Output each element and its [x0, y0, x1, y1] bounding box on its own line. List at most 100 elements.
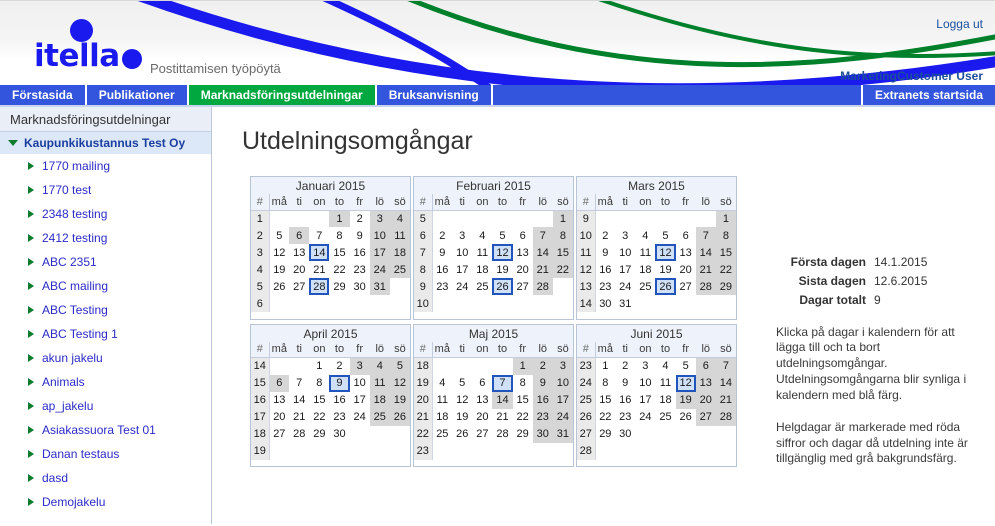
calendar-day-cell[interactable]: 17 — [552, 391, 573, 409]
sidebar-item-11[interactable]: Asiakassuora Test 01 — [0, 418, 211, 442]
calendar-day-cell[interactable]: 25 — [655, 409, 675, 426]
calendar-day-cell[interactable]: 25 — [432, 426, 452, 443]
calendar-day-cell[interactable]: 15 — [309, 392, 329, 409]
calendar-day-cell[interactable]: 27 — [513, 278, 533, 295]
calendar-day-cell[interactable]: 1 — [512, 357, 533, 375]
calendar-day-cell[interactable]: 14 — [492, 391, 513, 409]
calendar-day-cell[interactable]: 4 — [472, 227, 492, 244]
calendar-day-cell[interactable]: 5 — [269, 227, 289, 244]
calendar-day-cell[interactable]: 14 — [695, 244, 716, 261]
chevron-right-icon[interactable] — [28, 402, 34, 410]
calendar-day-cell[interactable]: 3 — [635, 358, 655, 375]
calendar-day-cell[interactable]: 27 — [472, 426, 492, 443]
calendar-day-cell[interactable]: 28 — [532, 278, 553, 295]
sidebar-tree-root[interactable]: Kaupunkikustannus Test Oy — [0, 132, 211, 154]
calendar-day-cell[interactable]: 25 — [472, 278, 492, 295]
sidebar-item-12[interactable]: Danan testaus — [0, 442, 211, 466]
sidebar-item-9[interactable]: Animals — [0, 370, 211, 394]
sidebar-item-0[interactable]: 1770 mailing — [0, 154, 211, 178]
calendar-day-cell[interactable]: 7 — [695, 227, 716, 244]
calendar-day-cell[interactable]: 23 — [532, 408, 553, 426]
calendar-day-cell[interactable]: 6 — [289, 227, 310, 244]
calendar-day-cell[interactable]: 29 — [329, 278, 349, 295]
calendar-day-cell[interactable]: 23 — [615, 409, 635, 426]
calendar-day-cell[interactable]: 19 — [492, 261, 512, 278]
calendar-day-cell[interactable]: 18 — [472, 261, 492, 278]
nav-item-0[interactable]: Förstasida — [0, 85, 87, 105]
calendar-day-cell[interactable]: 21 — [532, 261, 553, 278]
calendar-day-cell[interactable]: 27 — [289, 278, 309, 295]
calendar-day-cell[interactable]: 16 — [532, 391, 553, 409]
calendar-day-cell[interactable]: 24 — [452, 278, 472, 295]
calendar-day-cell[interactable]: 24 — [635, 409, 655, 426]
chevron-right-icon[interactable] — [28, 450, 34, 458]
calendar-day-cell[interactable]: 30 — [595, 295, 615, 312]
calendar-day-cell[interactable]: 8 — [329, 227, 349, 244]
calendar-day-cell[interactable]: 14 — [715, 374, 736, 392]
calendar-day-cell[interactable]: 1 — [329, 210, 350, 227]
calendar-day-cell[interactable]: 13 — [513, 244, 533, 261]
calendar-day-cell[interactable]: 3 — [369, 210, 390, 227]
calendar-day-cell[interactable]: 25 — [369, 408, 390, 426]
calendar-day-cell[interactable]: 1 — [552, 210, 573, 227]
calendar-day-cell[interactable]: 6 — [269, 374, 290, 392]
calendar-day-cell[interactable]: 22 — [329, 261, 349, 278]
calendar-day-cell[interactable]: 24 — [552, 408, 573, 426]
calendar-day-cell[interactable]: 3 — [349, 357, 370, 375]
sidebar-item-5[interactable]: ABC mailing — [0, 274, 211, 298]
calendar-day-cell[interactable]: 2 — [595, 227, 615, 244]
calendar-day-cell[interactable]: 11 — [389, 227, 410, 244]
calendar-day-cell[interactable]: 10 — [369, 227, 390, 244]
calendar-day-cell[interactable]: 2 — [329, 358, 349, 375]
calendar-day-cell[interactable]: 15 — [595, 392, 615, 409]
calendar-day-selected[interactable]: 26 — [492, 278, 513, 295]
calendar-day-cell[interactable]: 4 — [635, 227, 655, 244]
calendar-day-cell[interactable]: 26 — [676, 409, 696, 426]
calendar-day-cell[interactable]: 13 — [695, 374, 716, 392]
calendar-day-cell[interactable]: 28 — [715, 408, 736, 426]
calendar-day-cell[interactable]: 11 — [635, 244, 655, 261]
calendar-day-cell[interactable]: 27 — [676, 278, 696, 295]
calendar-day-cell[interactable]: 24 — [615, 278, 635, 295]
calendar-day-cell[interactable]: 17 — [615, 261, 635, 278]
calendar-day-cell[interactable]: 21 — [695, 261, 716, 278]
calendar-day-selected[interactable]: 7 — [492, 374, 513, 392]
calendar-day-cell[interactable]: 16 — [350, 244, 370, 261]
calendar-day-cell[interactable]: 16 — [615, 392, 635, 409]
calendar-day-cell[interactable]: 11 — [432, 392, 452, 409]
calendar-day-cell[interactable]: 22 — [595, 409, 615, 426]
calendar-day-cell[interactable]: 19 — [675, 391, 696, 409]
calendar-day-cell[interactable]: 4 — [389, 210, 410, 227]
calendar-day-cell[interactable]: 8 — [513, 375, 533, 392]
calendar-day-selected[interactable]: 12 — [655, 244, 676, 261]
calendar-day-cell[interactable]: 21 — [492, 409, 512, 426]
calendar-day-cell[interactable]: 17 — [635, 392, 655, 409]
calendar-day-cell[interactable]: 11 — [472, 244, 492, 261]
calendar-day-cell[interactable]: 18 — [369, 391, 390, 409]
calendar-day-cell[interactable]: 2 — [615, 358, 635, 375]
calendar-day-selected[interactable]: 28 — [309, 278, 330, 295]
calendar-day-cell[interactable]: 11 — [369, 374, 390, 392]
calendar-day-cell[interactable]: 27 — [269, 426, 289, 443]
calendar-day-cell[interactable]: 2 — [432, 227, 452, 244]
calendar-day-cell[interactable]: 6 — [513, 227, 533, 244]
calendar-day-cell[interactable]: 22 — [513, 409, 533, 426]
calendar-day-cell[interactable]: 1 — [715, 210, 736, 227]
nav-extranet-home[interactable]: Extranets startsida — [860, 85, 995, 105]
calendar-day-cell[interactable]: 7 — [532, 227, 553, 244]
calendar-day-cell[interactable]: 29 — [513, 426, 533, 443]
calendar-day-cell[interactable]: 19 — [655, 261, 675, 278]
calendar-day-cell[interactable]: 13 — [289, 244, 309, 261]
calendar-day-cell[interactable]: 10 — [635, 375, 655, 392]
calendar-day-cell[interactable]: 15 — [552, 244, 573, 261]
calendar-day-cell[interactable]: 2 — [350, 210, 370, 227]
calendar-day-cell[interactable]: 16 — [329, 392, 349, 409]
calendar-day-cell[interactable]: 6 — [472, 375, 492, 392]
sidebar-item-1[interactable]: 1770 test — [0, 178, 211, 202]
calendar-day-cell[interactable]: 25 — [635, 278, 655, 295]
calendar-day-cell[interactable]: 25 — [389, 261, 410, 278]
calendar-day-selected[interactable]: 9 — [329, 374, 350, 392]
calendar-day-cell[interactable]: 29 — [715, 278, 736, 295]
calendar-day-cell[interactable]: 18 — [655, 392, 675, 409]
chevron-right-icon[interactable] — [28, 354, 34, 362]
